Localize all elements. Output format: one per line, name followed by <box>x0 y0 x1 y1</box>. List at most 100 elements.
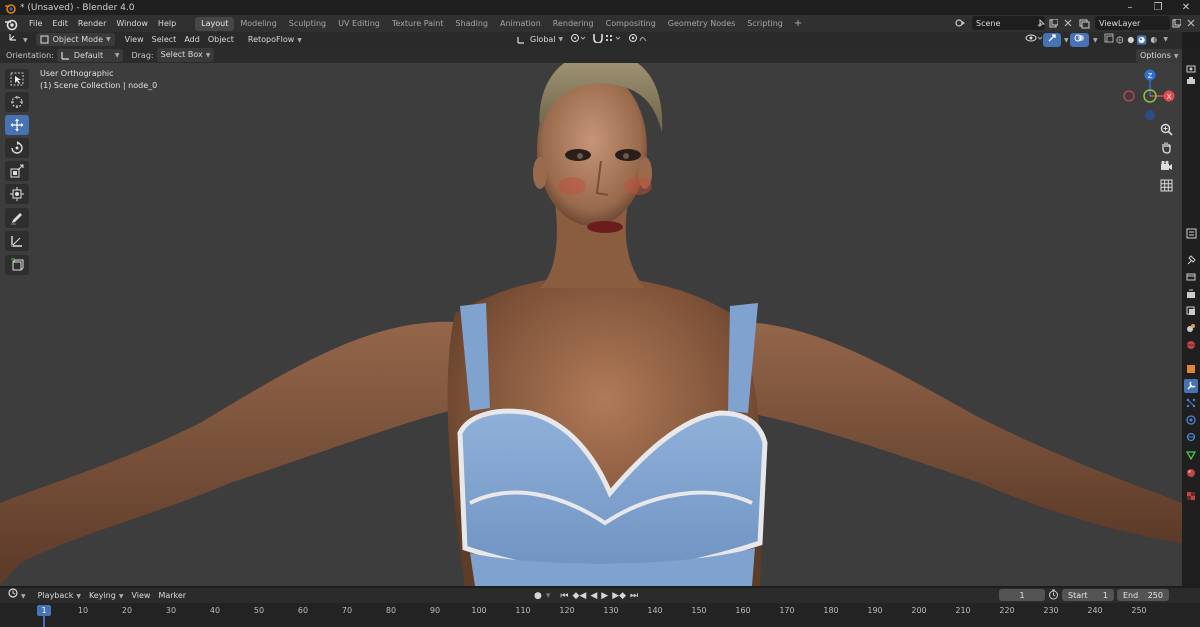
timeline-editor-type-dropdown[interactable]: ▼ <box>4 588 30 603</box>
proportional-edit-toggle[interactable] <box>624 33 652 47</box>
minimize-button[interactable]: – <box>1116 0 1144 15</box>
menu-file[interactable]: File <box>24 15 47 32</box>
tool-properties-icon[interactable] <box>1184 253 1198 267</box>
particles-properties-icon[interactable] <box>1184 396 1198 410</box>
add-workspace-button[interactable]: + <box>789 18 807 29</box>
prev-keyframe-icon[interactable]: ◆◀ <box>573 591 587 601</box>
playback-menu[interactable]: Playback ▼ <box>34 589 85 603</box>
output-properties-icon[interactable] <box>1184 287 1198 301</box>
pan-button[interactable] <box>1157 138 1175 156</box>
pin-icon[interactable] <box>1034 16 1047 30</box>
playhead-frame-label[interactable]: 1 <box>37 605 51 616</box>
scene-properties-icon[interactable] <box>1184 321 1198 335</box>
view-layer-name-field[interactable]: ViewLayer <box>1095 16 1170 30</box>
editor-type-dropdown[interactable]: ▼ <box>4 32 32 47</box>
next-keyframe-icon[interactable]: ▶◆ <box>612 591 626 601</box>
constraints-properties-icon[interactable] <box>1184 430 1198 444</box>
scene-browse-icon[interactable] <box>954 16 967 30</box>
data-properties-icon[interactable] <box>1184 448 1198 462</box>
modifier-properties-icon[interactable] <box>1184 379 1198 393</box>
jump-start-icon[interactable]: ⏮ <box>560 591 568 601</box>
orthographic-toggle-button[interactable] <box>1157 176 1175 194</box>
tab-geometry-nodes[interactable]: Geometry Nodes <box>662 17 741 31</box>
playhead[interactable] <box>43 616 45 627</box>
measure-tool[interactable] <box>5 231 29 251</box>
snap-target-dropdown[interactable] <box>601 33 625 47</box>
render-properties-icon[interactable] <box>1184 270 1198 284</box>
timeline-view-menu[interactable]: View <box>127 589 154 602</box>
auto-keying-dropdown-icon[interactable]: ▾ <box>546 591 551 601</box>
tab-sculpting[interactable]: Sculpting <box>283 17 332 31</box>
drag-dropdown[interactable]: Select Box ▼ <box>156 48 215 62</box>
solid-shading-icon[interactable] <box>1127 35 1135 45</box>
menu-help[interactable]: Help <box>153 15 181 32</box>
transform-tool[interactable] <box>5 184 29 204</box>
select-menu[interactable]: Select <box>148 33 181 46</box>
tab-layout[interactable]: Layout <box>195 16 235 31</box>
annotate-tool[interactable] <box>5 208 29 228</box>
camera-view-button[interactable] <box>1157 157 1175 175</box>
end-frame-field[interactable]: End 250 <box>1117 589 1169 601</box>
rotate-tool[interactable] <box>5 138 29 158</box>
add-cube-tool[interactable] <box>5 255 29 275</box>
wireframe-shading-icon[interactable] <box>1116 35 1124 45</box>
stopwatch-icon[interactable] <box>1048 589 1060 601</box>
mode-dropdown[interactable]: Object Mode ▼ <box>35 33 115 46</box>
view-menu[interactable]: View <box>121 33 148 46</box>
tab-compositing[interactable]: Compositing <box>600 17 662 31</box>
start-frame-field[interactable]: Start 1 <box>1062 589 1114 601</box>
transform-orientation-dropdown[interactable]: Global ▼ <box>512 33 567 46</box>
tab-scripting[interactable]: Scripting <box>741 17 789 31</box>
delete-scene-icon[interactable] <box>1061 16 1074 30</box>
cursor-tool[interactable] <box>5 92 29 112</box>
menu-edit[interactable]: Edit <box>47 15 73 32</box>
play-reverse-icon[interactable]: ◀ <box>590 591 597 601</box>
scale-tool[interactable] <box>5 161 29 181</box>
marker-menu[interactable]: Marker <box>154 589 190 602</box>
object-properties-icon[interactable] <box>1184 362 1198 376</box>
texture-properties-icon[interactable] <box>1184 489 1198 503</box>
zoom-button[interactable] <box>1157 120 1175 138</box>
new-scene-icon[interactable] <box>1047 16 1060 30</box>
orientation-dropdown[interactable]: Default ▼ <box>56 48 124 62</box>
retopoflow-menu[interactable]: RetopoFlow ▼ <box>244 33 306 47</box>
maximize-button[interactable]: ❐ <box>1144 0 1172 15</box>
move-tool[interactable] <box>5 115 29 135</box>
tab-animation[interactable]: Animation <box>494 17 547 31</box>
physics-properties-icon[interactable] <box>1184 413 1198 427</box>
play-icon[interactable]: ▶ <box>601 591 608 601</box>
rendered-shading-icon[interactable] <box>1150 35 1158 45</box>
tab-texture-paint[interactable]: Texture Paint <box>386 17 450 31</box>
record-keyframe-icon[interactable]: ● <box>534 591 542 601</box>
jump-end-icon[interactable]: ⏭ <box>630 591 638 601</box>
navigation-gizmo[interactable]: Z X <box>1118 65 1180 127</box>
properties-editor-icon[interactable] <box>1184 226 1198 240</box>
view-layer-properties-icon[interactable] <box>1184 304 1198 318</box>
material-properties-icon[interactable] <box>1184 466 1198 480</box>
world-properties-icon[interactable] <box>1184 338 1198 352</box>
blender-menu-icon[interactable] <box>4 17 18 31</box>
current-frame-field[interactable]: 1 <box>999 589 1045 601</box>
delete-view-layer-icon[interactable] <box>1184 16 1197 30</box>
shading-dropdown-icon[interactable]: ▼ <box>1163 36 1168 43</box>
tab-modeling[interactable]: Modeling <box>234 17 282 31</box>
menu-render[interactable]: Render <box>73 15 111 32</box>
character-model[interactable] <box>0 63 1182 586</box>
add-menu[interactable]: Add <box>180 33 204 46</box>
close-button[interactable]: ✕ <box>1172 0 1200 15</box>
3d-viewport[interactable]: User Orthographic (1) Scene Collection |… <box>0 63 1182 586</box>
object-menu[interactable]: Object <box>204 33 238 46</box>
options-dropdown[interactable]: Options ▼ <box>1136 49 1183 63</box>
material-preview-icon[interactable] <box>1137 34 1147 46</box>
tab-shading[interactable]: Shading <box>449 17 494 31</box>
pivot-point-dropdown[interactable] <box>566 33 590 47</box>
menu-window[interactable]: Window <box>111 15 153 32</box>
timeline-ruler[interactable]: 1 10 20 30 40 50 60 70 80 90 100 110 120… <box>0 603 1200 627</box>
select-box-tool[interactable] <box>5 69 29 89</box>
tab-rendering[interactable]: Rendering <box>547 17 600 31</box>
render-camera-icon[interactable] <box>1184 74 1198 88</box>
view-layer-browse-icon[interactable] <box>1078 16 1091 30</box>
keying-menu[interactable]: Keying ▼ <box>85 589 128 603</box>
new-view-layer-icon[interactable] <box>1170 16 1183 30</box>
tab-uv-editing[interactable]: UV Editing <box>332 17 386 31</box>
